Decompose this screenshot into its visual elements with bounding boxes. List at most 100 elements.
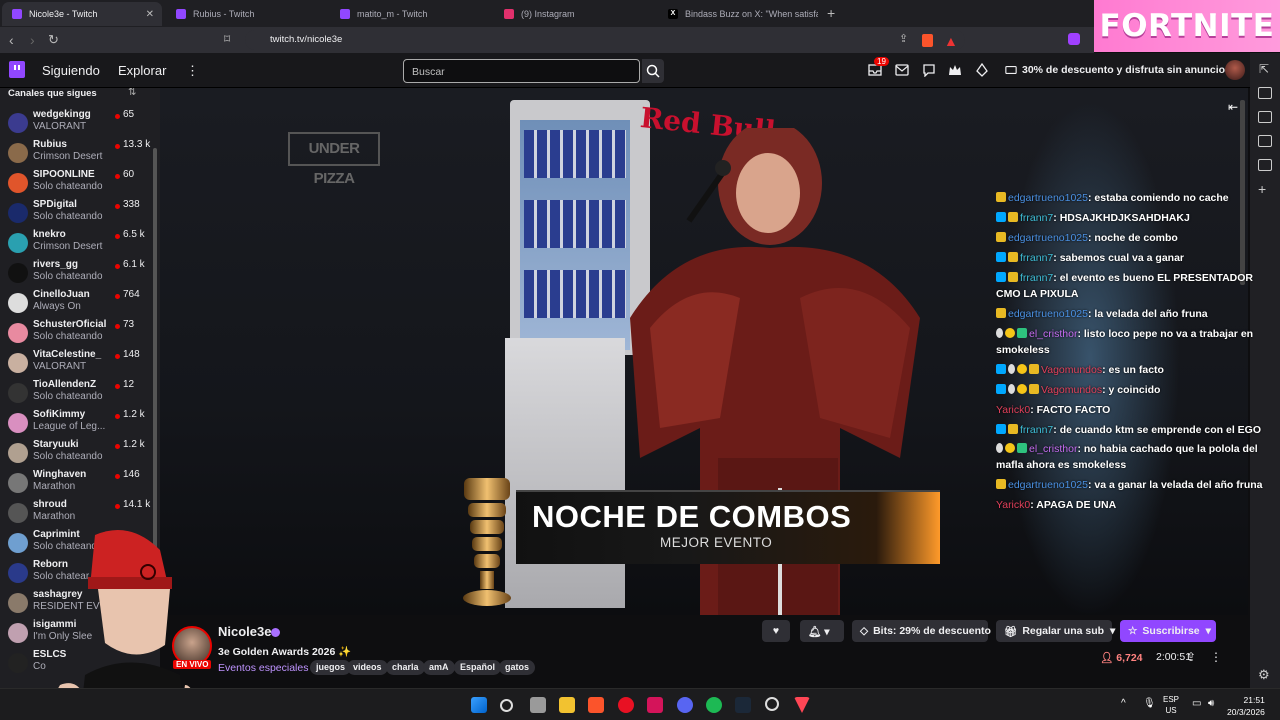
channel-game: Crimson Desert <box>33 241 103 252</box>
sidebar-channel[interactable]: rivers_gg Solo chateando 6.1 k <box>0 258 160 288</box>
chat-bubble-icon[interactable] <box>922 63 936 77</box>
obs-icon[interactable] <box>765 697 779 711</box>
chat-username[interactable]: frrann7 <box>1020 272 1053 284</box>
chat-username[interactable]: edgartrueno1025 <box>1008 479 1088 491</box>
sidebar-channel[interactable]: SPDigital Solo chateando 338 <box>0 198 160 228</box>
chat-username[interactable]: Yarick0 <box>996 499 1030 511</box>
address-bar[interactable]: twitch.tv/nicole3e <box>245 30 965 50</box>
search-icon[interactable] <box>500 699 513 712</box>
media-player-icon[interactable] <box>618 697 634 713</box>
tab-rubius[interactable]: Rubius - Twitch <box>166 2 326 26</box>
spotify-icon[interactable] <box>706 697 722 713</box>
chat-username[interactable]: Vagomundos <box>1041 364 1102 376</box>
share-icon[interactable]: ⇪ <box>1186 650 1196 664</box>
sidebar-channel[interactable]: VitaCelestine_ VALORANT 148 <box>0 348 160 378</box>
gift-sub-button[interactable]: 🎁︎ Regalar una sub ▾ <box>996 620 1115 642</box>
tag-gatos[interactable]: gatos <box>499 660 536 675</box>
tag-videos[interactable]: videos <box>347 660 388 675</box>
stream-category-link[interactable]: Eventos especiales <box>218 662 308 674</box>
chat-username[interactable]: el_cristhor <box>1029 443 1077 455</box>
search-input[interactable]: Buscar <box>403 59 640 83</box>
chat-username[interactable]: frrann7 <box>1020 252 1053 264</box>
brave-rewards-icon[interactable]: ▲ <box>944 33 958 49</box>
sidebar-channel[interactable]: Staryuuki Solo chateando 1.2 k <box>0 438 160 468</box>
close-tab-icon[interactable]: ✕ <box>146 9 154 20</box>
turbo-promo-link[interactable]: 30% de descuento y disfruta sin anuncios <box>1022 64 1231 76</box>
microphone-icon[interactable]: 🎙︎ <box>1143 698 1156 709</box>
tab-x[interactable]: X Bindass Buzz on X: "When satisfactio <box>658 2 818 26</box>
chat-username[interactable]: edgartrueno1025 <box>1008 232 1088 244</box>
whispers-icon[interactable] <box>895 63 909 77</box>
twitch-logo-icon[interactable] <box>9 61 25 78</box>
settings-gear-icon[interactable]: ⚙ <box>1258 667 1272 682</box>
sidebar-channel[interactable]: wedgekingg VALORANT 65 <box>0 108 160 138</box>
sidebar-channel[interactable]: knekro Crimson Desert 6.5 k <box>0 228 160 258</box>
chat-username[interactable]: Vagomundos <box>1041 384 1102 396</box>
bits-gem-icon[interactable] <box>975 63 989 77</box>
share-icon[interactable]: ⇪ <box>899 32 908 45</box>
collapse-chat-icon[interactable]: ⇤ <box>1228 100 1238 114</box>
more-menu-icon[interactable]: ⋮ <box>186 63 199 79</box>
forward-icon[interactable]: › <box>30 32 35 48</box>
chat-username[interactable]: edgartrueno1025 <box>1008 308 1088 320</box>
streamer-name[interactable]: Nicole3e <box>218 624 271 639</box>
sidebar-channel[interactable]: CinelloJuan Always On 764 <box>0 288 160 318</box>
bookmarks-icon[interactable] <box>1258 135 1272 147</box>
crown-icon[interactable] <box>948 63 962 77</box>
chat-username[interactable]: frrann7 <box>1020 212 1053 224</box>
follow-heart-button[interactable]: ♥ <box>762 620 790 642</box>
chat-badge-icon <box>996 212 1006 222</box>
reading-list-icon[interactable] <box>1258 87 1272 99</box>
more-options-icon[interactable]: ⋮ <box>1210 650 1222 664</box>
task-view-icon[interactable] <box>530 697 546 713</box>
sidebar-channel[interactable]: Winghaven Marathon 146 <box>0 468 160 498</box>
language-indicator[interactable]: ESP US <box>1163 694 1179 716</box>
tag-charla[interactable]: charla <box>386 660 425 675</box>
chat-username[interactable]: Yarick0 <box>996 404 1030 416</box>
sort-icon[interactable]: ⇅ <box>128 88 136 98</box>
tab-instagram[interactable]: (9) Instagram <box>494 2 654 26</box>
fortnite-ad-banner[interactable]: FORTNITE <box>1094 0 1280 52</box>
valorant-icon[interactable] <box>794 697 810 713</box>
chat-username[interactable]: frrann7 <box>1020 424 1053 436</box>
reload-icon[interactable]: ↻ <box>48 32 59 48</box>
sidebar-channel[interactable]: shroud Marathon 14.1 k <box>0 498 160 528</box>
volume-icon[interactable]: 🔊︎ <box>1208 698 1214 709</box>
wallet-icon[interactable] <box>1258 111 1272 123</box>
bookmark-icon[interactable]: ⌑ <box>224 32 230 46</box>
file-explorer-icon[interactable] <box>559 697 575 713</box>
sidebar-channel[interactable]: Rubius Crimson Desert 13.3 k <box>0 138 160 168</box>
nav-following[interactable]: Siguiendo <box>42 63 100 78</box>
bits-discount-button[interactable]: ◇ Bits: 29% de descuento <box>852 620 991 642</box>
tab-matito[interactable]: matito_m - Twitch <box>330 2 490 26</box>
discord-icon[interactable] <box>677 697 693 713</box>
tag-juegos[interactable]: juegos <box>310 660 352 675</box>
tag-ama[interactable]: amA <box>423 660 455 675</box>
collapse-panel-icon[interactable]: ⇱ <box>1259 62 1273 76</box>
steam-icon[interactable] <box>735 697 751 713</box>
chat-username[interactable]: edgartrueno1025 <box>1008 192 1088 204</box>
tray-chevron-up-icon[interactable]: ^ <box>1121 698 1126 709</box>
search-button[interactable] <box>642 59 664 83</box>
start-menu-icon[interactable] <box>471 697 487 713</box>
notifications-button[interactable]: 🔔︎ ▾ <box>800 620 844 642</box>
sidebar-channel[interactable]: SofiKimmy League of Leg... 1.2 k <box>0 408 160 438</box>
chat-username[interactable]: el_cristhor <box>1029 328 1077 340</box>
back-icon[interactable]: ‹ <box>9 32 14 48</box>
new-tab-button[interactable]: + <box>827 5 835 21</box>
tab-nicole3e[interactable]: Nicole3e - Twitch ✕ <box>2 2 162 26</box>
extension-icon[interactable] <box>1068 33 1080 45</box>
brave-browser-icon[interactable] <box>588 697 604 713</box>
user-avatar[interactable] <box>1225 60 1245 80</box>
tag-espanol[interactable]: Español <box>454 660 502 675</box>
sidebar-channel[interactable]: SIPOONLINE Solo chateando 60 <box>0 168 160 198</box>
subscribe-button[interactable]: ☆ Suscribirse ▾ <box>1120 620 1216 642</box>
sidebar-channel[interactable]: SchusterOficial Solo chateando 73 <box>0 318 160 348</box>
sidebar-channel[interactable]: TioAllendenZ Solo chateando 12 <box>0 378 160 408</box>
history-icon[interactable] <box>1258 159 1272 171</box>
nav-browse[interactable]: Explorar <box>118 63 166 78</box>
system-clock[interactable]: 21:51 20/3/2026 <box>1227 694 1265 718</box>
network-icon[interactable]: ▭ <box>1192 698 1201 709</box>
brave-shield-icon[interactable] <box>922 34 933 47</box>
affinity-icon[interactable] <box>647 697 663 713</box>
